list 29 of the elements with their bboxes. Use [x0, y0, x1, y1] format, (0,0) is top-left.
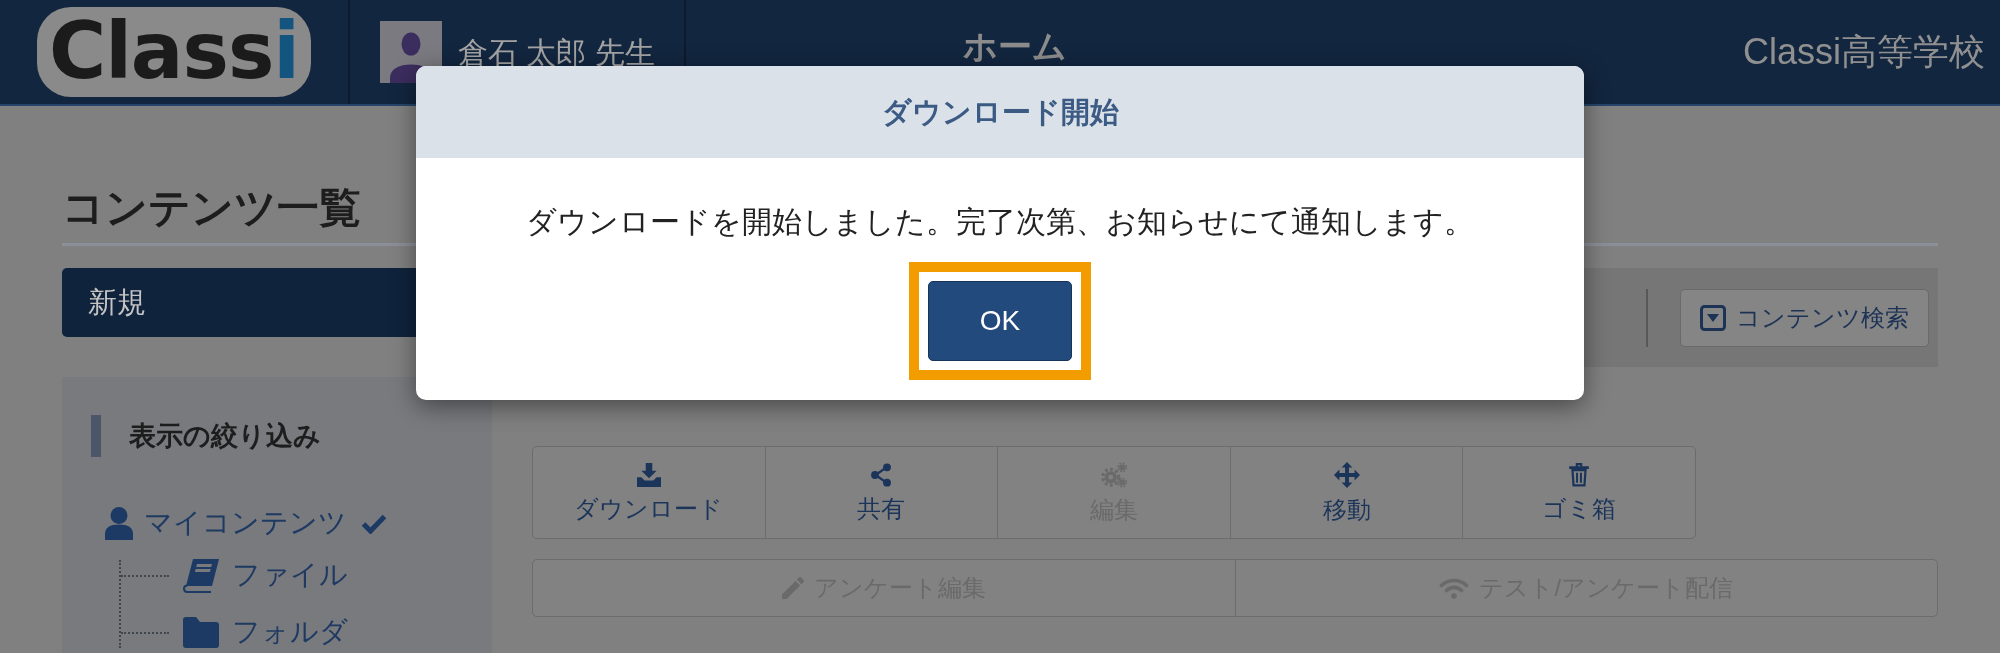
download-icon — [636, 463, 661, 488]
folder-icon — [183, 617, 219, 649]
book-icon — [183, 558, 219, 593]
page-title: ホーム — [963, 29, 1067, 63]
filter-heading: 表示の絞り込み — [129, 420, 321, 453]
avatar-icon — [380, 21, 442, 83]
pencil-icon — [781, 577, 804, 600]
ok-button[interactable]: OK — [928, 281, 1072, 361]
user-icon — [105, 507, 133, 541]
dialog-message: ダウンロードを開始しました。完了次第、お知らせにて通知します。 — [526, 204, 1474, 240]
toolbar-button[interactable]: 共有 — [764, 446, 999, 540]
toolbar-button[interactable]: ゴミ箱 — [1462, 446, 1696, 540]
toolbar-button[interactable]: ダウンロード — [532, 446, 766, 540]
user-name[interactable]: 倉石 太郎 先生 — [458, 35, 655, 69]
caret-down-square-icon — [1700, 304, 1726, 331]
trash-icon — [1568, 463, 1591, 488]
tree-item[interactable]: ファイル — [232, 560, 348, 592]
content-search-button[interactable]: コンテンツ検索 — [1680, 288, 1929, 347]
move-arrows-icon — [1333, 462, 1360, 489]
logo[interactable]: Classi — [36, 7, 312, 97]
tree-item[interactable]: フォルダ — [232, 617, 348, 649]
toolbar-button[interactable]: 移動 — [1229, 446, 1464, 540]
wifi-icon — [1439, 577, 1470, 600]
heading-accent-bar — [91, 415, 101, 458]
gears-icon — [1101, 462, 1127, 489]
dialog-title: ダウンロード開始 — [881, 94, 1119, 130]
tree-item[interactable]: マイコンテンツ — [144, 508, 347, 540]
share-icon — [870, 463, 893, 488]
school-name: Classi高等学校 — [1743, 32, 1985, 72]
